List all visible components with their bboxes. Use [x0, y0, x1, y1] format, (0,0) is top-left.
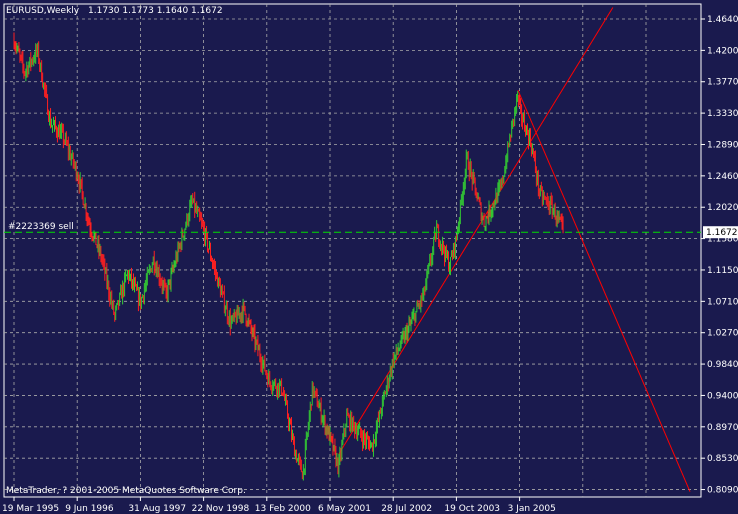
time-axis[interactable]: 19 Mar 1995 9 Jun 1996 31 Aug 1997 22 Nov 1…: [2, 497, 556, 514]
time-tick-label: 13 Feb 2000: [255, 504, 311, 514]
price-tick-label: 0.9840: [707, 360, 738, 370]
time-tick-label: 19 Oct 2003: [444, 504, 500, 514]
time-tick-label: 28 Jul 2002: [381, 504, 432, 514]
time-tick-label: 9 Jun 1996: [65, 504, 114, 514]
time-tick-label: 22 Nov 1998: [192, 504, 250, 514]
price-tick-label: 1.2460: [707, 172, 738, 182]
price-tick-label: 0.8090: [707, 486, 738, 496]
time-tick-label: 3 Jan 2005: [508, 504, 556, 514]
price-tick-label: 0.9400: [707, 391, 738, 401]
time-tick-label: 31 Aug 1997: [128, 504, 186, 514]
price-chart[interactable]: EURUSD,Weekly 1.1730 1.1773 1.1640 1.167…: [0, 0, 738, 514]
time-tick-label: 6 May 2001: [318, 504, 371, 514]
copyright-text: MetaTrader, ? 2001-2005 MetaQuotes Softw…: [6, 486, 246, 496]
price-tick-label: 1.2890: [707, 140, 738, 150]
price-tick-label: 1.3770: [707, 78, 738, 88]
symbol-period-label: EURUSD,Weekly: [6, 6, 80, 16]
price-tick-label: 1.4200: [707, 46, 738, 56]
order-line-label: #2223369 sell: [8, 222, 74, 232]
price-tick-label: 0.8970: [707, 423, 738, 433]
price-tick-label: 1.1150: [707, 266, 738, 276]
price-tick-label: 1.0270: [707, 329, 738, 339]
price-axis[interactable]: 1.4640 1.4200 1.3770 1.3330 1.2890 1.2460 1.20…: [701, 15, 738, 496]
price-tick-label: 1.3330: [707, 109, 738, 119]
ohlc-values: 1.1730 1.1773 1.1640 1.1672: [88, 6, 223, 16]
price-tick-label: 1.2020: [707, 203, 738, 213]
current-price-label: 1.1672: [706, 228, 738, 238]
time-tick-label: 19 Mar 1995: [2, 504, 59, 514]
current-price-box: 1.1672: [703, 226, 738, 239]
price-tick-label: 1.4640: [707, 15, 738, 25]
price-tick-label: 0.8530: [707, 454, 738, 464]
price-tick-label: 1.0710: [707, 297, 738, 307]
